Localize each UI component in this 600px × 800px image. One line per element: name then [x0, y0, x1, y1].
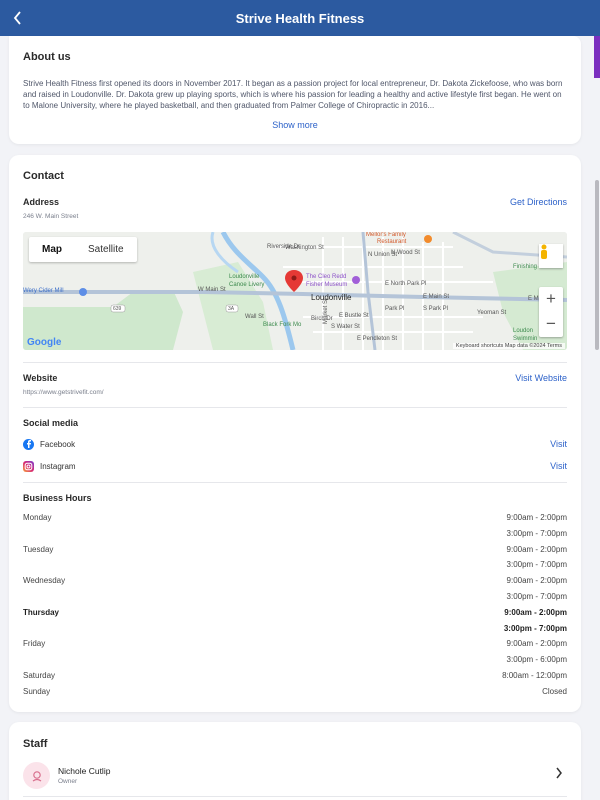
map-label: Wery Cider Mill — [23, 288, 64, 294]
route-shield: 639 — [113, 306, 122, 312]
business-hours-list: Monday 9:00am - 2:00pm 3:00pm - 7:00pm Tu… — [23, 510, 567, 700]
contact-heading: Contact — [23, 170, 64, 182]
map-label: Riverside Dr — [267, 244, 301, 250]
map-label: Birch Dr — [311, 316, 333, 322]
map-type-toggle: Map Satellite — [29, 237, 137, 262]
map-label: N Wood St — [391, 250, 420, 256]
map-toggle-map[interactable]: Map — [29, 237, 75, 262]
hours-row: 3:00pm - 7:00pm — [506, 591, 567, 601]
map-label: Mellor's Family — [366, 232, 406, 238]
map-label: Wall St — [245, 314, 264, 320]
map-label: Loudonville — [311, 293, 352, 302]
website-label: Website — [23, 373, 58, 383]
map-label: Fisher Museum — [306, 282, 348, 288]
address-label: Address — [23, 197, 60, 207]
map-label: Canoe Livery — [229, 282, 265, 288]
map-label: Loudonville — [229, 274, 260, 280]
get-directions-link[interactable]: Get Directions — [510, 197, 567, 207]
social-media-label: Social media — [23, 418, 79, 428]
contact-card: Contact Address 246 W. Main Street Get D… — [9, 155, 581, 712]
chevron-left-icon — [13, 11, 21, 25]
map-label: Swimmin — [513, 336, 538, 342]
map-label: S Water St — [331, 324, 360, 330]
social-name: Facebook — [40, 439, 76, 449]
staff-heading: Staff — [23, 738, 48, 750]
pegman-icon — [541, 244, 547, 259]
hours-row-today: 3:00pm - 7:00pm — [503, 623, 567, 633]
address-value: 246 W. Main Street — [23, 213, 79, 220]
map-label: E Bustle St — [339, 313, 369, 319]
staff-card: Staff Nichole Cutlip Owner — [9, 722, 581, 800]
about-card: About us Strive Health Fitness first ope… — [9, 36, 581, 144]
map-toggle-satellite[interactable]: Satellite — [75, 237, 137, 262]
zoom-in-button[interactable]: + — [539, 287, 563, 312]
map-label: E Main St — [423, 294, 450, 300]
map-label: Restaurant — [377, 239, 407, 245]
hours-row: 3:00pm - 6:00pm — [506, 655, 567, 665]
map-label: E Pendleton St — [357, 336, 398, 342]
facebook-icon — [23, 438, 34, 450]
map-label: S Park Pl — [423, 306, 449, 312]
social-row-instagram: Instagram Visit — [23, 459, 567, 473]
about-text: Strive Health Fitness first opened its d… — [23, 79, 563, 110]
person-icon — [32, 770, 41, 781]
street-view-button[interactable] — [539, 244, 563, 268]
chevron-right-icon — [556, 767, 562, 779]
divider — [23, 796, 567, 797]
page-title: Strive Health Fitness — [235, 10, 365, 26]
app-header: Strive Health Fitness — [0, 0, 600, 36]
side-accent — [594, 36, 600, 78]
divider — [23, 407, 567, 408]
visit-facebook-link[interactable]: Visit — [550, 439, 567, 449]
hours-row: 3:00pm - 7:00pm — [506, 560, 567, 570]
hours-row: Friday 9:00am - 2:00pm — [23, 639, 567, 649]
map-label: Black Fork Mo — [263, 322, 302, 328]
about-heading: About us — [23, 51, 71, 63]
divider — [23, 482, 567, 483]
hours-row: Tuesday 9:00am - 2:00pm — [23, 544, 567, 554]
hours-row-today: Thursday 9:00am - 2:00pm — [23, 607, 567, 617]
hours-row: Sunday Closed — [23, 686, 567, 696]
map-label: Loudon — [513, 328, 534, 334]
business-hours-label: Business Hours — [23, 493, 92, 503]
hours-row: Saturday 8:00am - 12:00pm — [23, 670, 567, 680]
website-url: https://www.getstrivefit.com/ — [23, 389, 104, 396]
visit-instagram-link[interactable]: Visit — [550, 461, 567, 471]
staff-detail-button[interactable] — [555, 766, 563, 784]
show-more-button[interactable]: Show more — [9, 120, 581, 130]
staff-name: Nichole Cutlip — [58, 766, 111, 776]
location-map[interactable]: Mellor's Family Restaurant Washington St… — [23, 232, 567, 350]
map-label: The Cleo Redd — [306, 274, 347, 280]
map-attribution[interactable]: Keyboard shortcuts Map data ©2024 Terms — [452, 343, 565, 349]
staff-role: Owner — [58, 778, 78, 785]
map-label: Yeoman St — [477, 310, 507, 316]
avatar — [23, 762, 50, 789]
zoom-out-button[interactable]: − — [539, 312, 563, 337]
scrollbar[interactable] — [595, 180, 599, 350]
social-row-facebook: Facebook Visit — [23, 437, 567, 451]
hours-row: 3:00pm - 7:00pm — [506, 528, 567, 538]
visit-website-link[interactable]: Visit Website — [515, 373, 567, 383]
hours-row: Wednesday 9:00am - 2:00pm — [23, 576, 567, 586]
map-label: Park Pl — [385, 306, 405, 312]
route-shield: 3A — [228, 306, 235, 312]
hours-row: Monday 9:00am - 2:00pm — [23, 513, 567, 522]
zoom-controls: + − — [539, 287, 563, 337]
divider — [23, 362, 567, 363]
google-logo: Google — [27, 337, 62, 348]
map-label: W Main St — [198, 287, 226, 293]
instagram-icon — [23, 460, 34, 472]
social-name: Instagram — [40, 461, 76, 471]
map-label: E North Park Pl — [385, 281, 427, 287]
back-button[interactable] — [6, 6, 30, 30]
